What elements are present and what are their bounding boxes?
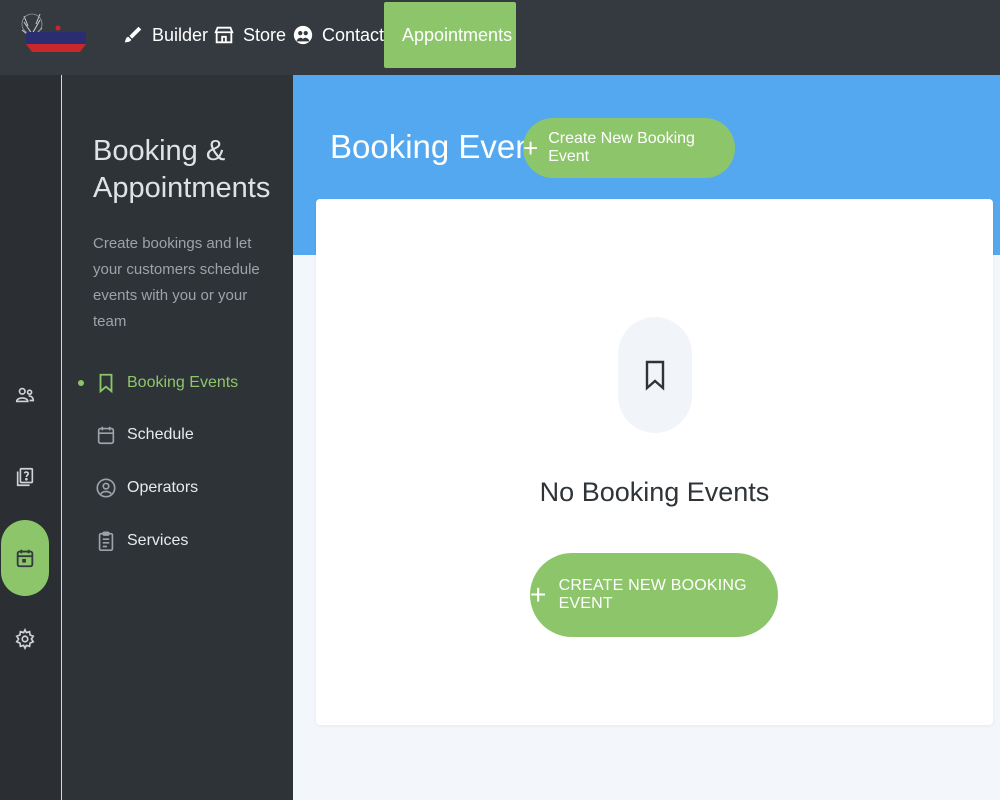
bookmark-icon	[645, 360, 665, 391]
users-icon	[15, 387, 35, 403]
nav-item-label: Contacts	[322, 24, 394, 45]
brush-icon	[124, 26, 142, 43]
brand-logo[interactable]	[10, 8, 90, 60]
sidebar-item-label: Schedule	[127, 426, 194, 443]
nav-appointments[interactable]: Appointments	[384, 2, 516, 68]
nav-item-label: Appointments	[402, 24, 513, 45]
sidebar-item-label: Operators	[127, 479, 199, 496]
bookmark-icon	[99, 373, 113, 394]
top-navigation-bar: Builder Store Contacts Appointments	[0, 0, 1000, 75]
user-circle-icon	[96, 478, 116, 498]
booking-sidebar: Booking & Appointments Create bookings a…	[62, 75, 293, 800]
contacts-icon	[293, 25, 313, 45]
empty-state-create-button[interactable]: + CREATE NEW BOOKING EVENT	[530, 553, 778, 637]
sidebar-item-booking-events[interactable]: Booking Events	[78, 367, 278, 399]
sidebar-item-label: Services	[127, 532, 189, 549]
sidebar-item-operators[interactable]: Operators	[78, 472, 278, 504]
nav-item-label: Builder	[152, 24, 209, 45]
plus-icon: +	[523, 133, 539, 163]
calendar-icon	[97, 426, 115, 445]
sidebar-item-services[interactable]: Services	[78, 525, 278, 557]
nav-item-label: Store	[243, 24, 287, 45]
empty-state-title: No Booking Events	[539, 477, 770, 507]
sidebar-description: Create bookings and let your customers s…	[93, 235, 260, 330]
empty-state-illustration	[618, 317, 692, 433]
store-icon	[214, 26, 234, 44]
icon-rail	[0, 75, 62, 800]
sidebar-item-schedule[interactable]: Schedule	[78, 419, 278, 451]
calendar-icon	[16, 549, 34, 568]
gear-icon	[15, 628, 35, 650]
empty-state-card: No Booking Events + CREATE NEW BOOKING E…	[316, 199, 993, 725]
rail-help[interactable]	[0, 457, 50, 497]
plus-icon: +	[530, 579, 547, 610]
clipboard-icon	[98, 531, 114, 551]
sidebar-item-label: Booking Events	[127, 374, 239, 391]
help-book-icon	[16, 467, 34, 487]
active-bullet	[78, 380, 84, 386]
sidebar-title: Booking & Appointments	[93, 135, 271, 204]
rail-appointments[interactable]	[1, 520, 49, 596]
rail-settings[interactable]	[0, 619, 50, 659]
button-label: CREATE NEW BOOKING EVENT	[558, 577, 747, 612]
rail-users[interactable]	[0, 375, 50, 415]
create-booking-event-button[interactable]: + Create New Booking Event	[523, 118, 735, 178]
button-label: Create New Booking Event	[548, 130, 695, 165]
